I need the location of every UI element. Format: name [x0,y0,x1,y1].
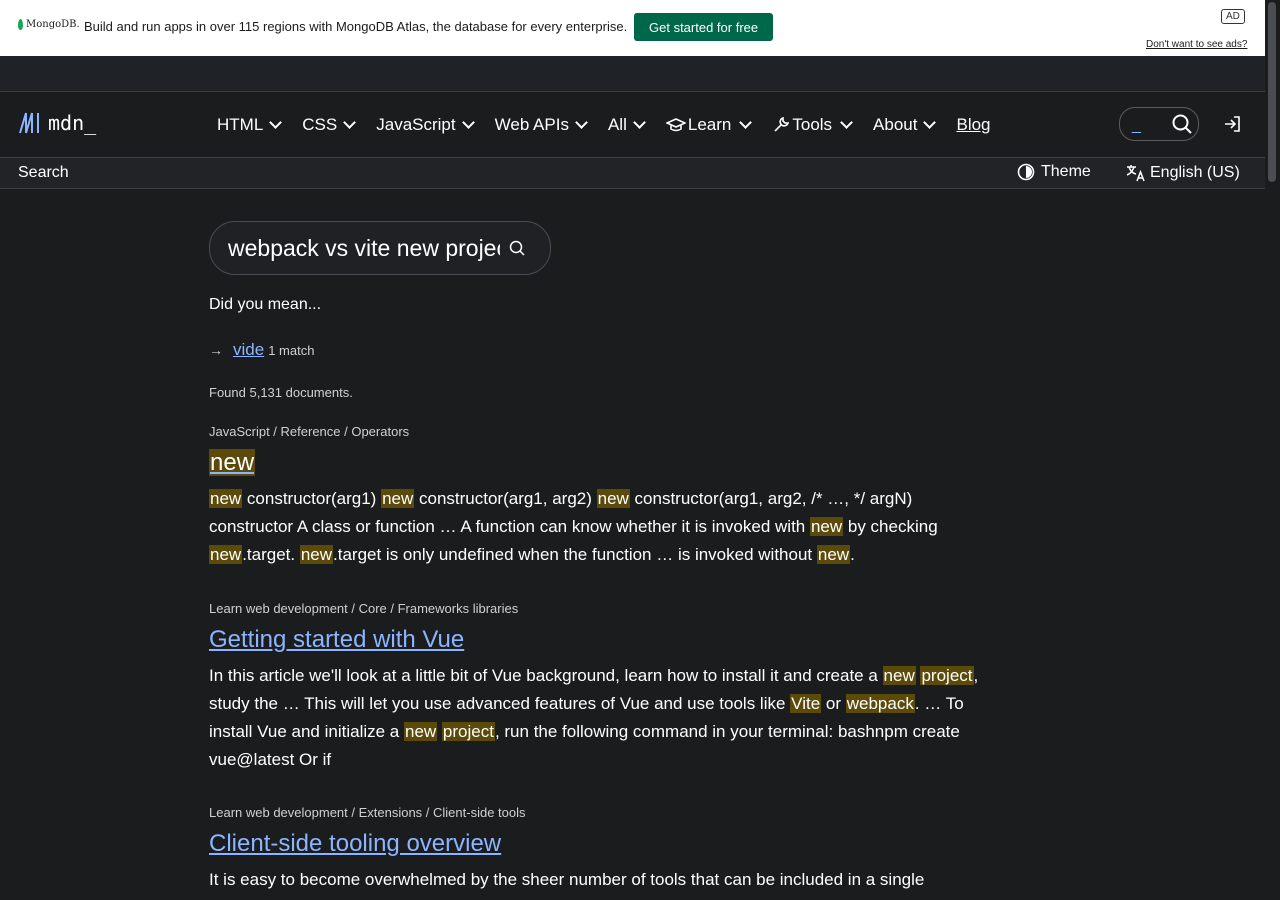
chevron-down-icon [461,116,475,129]
search-icon [1172,114,1192,134]
result-description: It is easy to become overwhelmed by the … [209,870,925,889]
ad-text[interactable]: Build and run apps in over 115 regions w… [84,19,627,34]
nav-item-label: Web APIs [494,114,569,134]
chevron-down-icon [575,116,588,129]
suggestion-count: 1 match [268,343,315,358]
highlight: new [209,489,243,508]
nav-menu: HTML CSS JavaScript Web APIs All Learn T… [217,92,991,157]
mongodb-leaf-icon [18,19,23,30]
result-title-highlight: new [209,449,256,476]
nav-item-tools[interactable]: Tools [772,114,853,135]
highlight: new [596,489,630,508]
mdn-logo[interactable]: mdn_ [18,111,96,135]
result-title-link[interactable]: Client-side tooling overview [209,830,501,858]
highlight: project [441,722,495,741]
nav-item-web-apis[interactable]: Web APIs [494,114,588,135]
breadcrumb: Search [18,164,69,181]
nav-item-label: About [873,114,918,134]
nav-item-javascript[interactable]: JavaScript [376,114,475,135]
ad-brand: MongoDB. [26,19,80,30]
theme-button[interactable]: Theme [1017,163,1091,181]
theme-icon [1017,163,1035,181]
nav-item-html[interactable]: HTML [217,114,283,135]
wrench-icon [774,116,790,132]
arrow-right-icon: → [209,342,223,358]
highlight: Vite [790,694,822,713]
chevron-down-icon [923,116,937,129]
nav-item-label: Tools [792,114,833,134]
search-result: JavaScript / Reference / Operators new n… [209,424,989,569]
login-icon[interactable] [1223,115,1241,133]
language-button[interactable]: English (US) [1126,163,1240,183]
nav-item-label: HTML [217,114,264,134]
theme-label: Theme [1041,163,1091,180]
search-input[interactable] [228,234,500,262]
scrollbar-thumb[interactable] [1268,2,1276,182]
highlight: webpack [845,694,915,713]
main-nav: mdn_ HTML CSS JavaScript Web APIs All Le… [0,92,1265,158]
result-path: JavaScript / Reference / Operators [209,424,410,439]
highlight: new [209,545,243,564]
translate-icon [1126,165,1145,182]
results-count: Found 5,131 documents. [209,385,353,400]
nav-item-label: JavaScript [376,114,456,134]
language-label: English (US) [1150,164,1240,181]
highlight: new [816,545,851,564]
result-description: In this article we'll look at a little b… [209,666,979,769]
did-you-mean-heading: Did you mean... [209,296,322,313]
ad-badge: AD [1221,9,1245,24]
highlight: new [882,666,916,685]
result-path: Learn web development / Extensions / Cli… [209,805,526,820]
highlight: new [809,517,844,536]
mongodb-logo[interactable]: MongoDB. [18,19,80,30]
chevron-down-icon [739,116,753,129]
search-cursor: _ [1132,117,1141,134]
chevron-down-icon [343,116,357,129]
top-band [0,56,1265,92]
nav-item-all[interactable]: All [607,114,646,135]
chevron-down-icon [840,116,853,129]
search-result: Learn web development / Extensions / Cli… [209,805,989,894]
nav-item-label: All [607,114,627,134]
ad-cta-button[interactable]: Get started for free [634,13,774,41]
nav-item-about[interactable]: About [873,114,937,135]
search-box [209,221,551,275]
result-path: Learn web development / Core / Framework… [209,601,519,616]
logo-text: mdn_ [48,111,97,135]
nav-search-button[interactable]: _ [1119,107,1199,141]
highlight: new [381,489,415,508]
highlight: project [920,666,974,685]
suggestion: → vide 1 match [209,340,314,360]
graduation-cap-icon [665,117,686,131]
search-icon[interactable] [509,240,525,256]
suggestion-link[interactable]: vide [233,340,264,360]
nav-item-css[interactable]: CSS [302,114,357,135]
chevron-down-icon [633,116,646,129]
nav-item-label: Learn [687,114,732,134]
scrollbar[interactable] [1265,0,1280,900]
highlight: new [404,722,438,741]
result-description: new constructor(arg1) new constructor(ar… [209,489,938,564]
highlight: new [299,545,334,564]
sub-nav: Search Theme English (US) [0,158,1265,189]
nav-item-label: CSS [302,114,338,134]
hide-ads-link[interactable]: Don't want to see ads? [1146,39,1247,50]
chevron-down-icon [269,116,283,129]
result-title-link[interactable]: new [209,449,256,477]
mdn-m-icon [19,112,39,134]
nav-item-learn[interactable]: Learn [665,114,753,135]
search-result: Learn web development / Core / Framework… [209,601,989,774]
ad-banner: MongoDB. Build and run apps in over 115 … [0,0,1265,56]
nav-item-blog[interactable]: Blog [956,115,990,135]
result-title-link[interactable]: Getting started with Vue [209,626,464,654]
